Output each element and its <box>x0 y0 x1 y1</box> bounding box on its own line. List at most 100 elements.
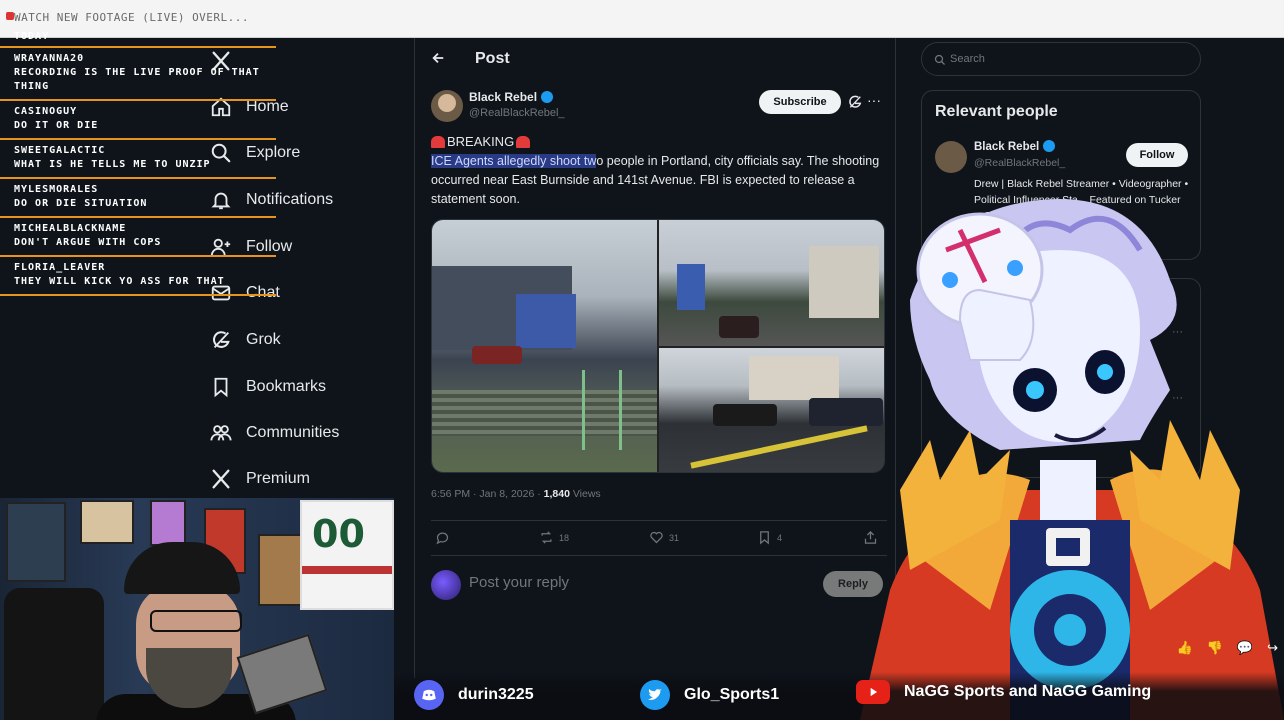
tab-favicon <box>6 12 14 20</box>
comment-icon <box>436 532 449 545</box>
share-icon[interactable]: ↪ <box>1267 640 1278 656</box>
verified-badge-icon <box>541 91 554 103</box>
nav-grok-label: Grok <box>246 331 281 348</box>
like-count: 31 <box>669 532 680 543</box>
chat-fragment-text: TODAY <box>14 31 50 42</box>
person-handle[interactable]: @RealBlackRebel_ <box>974 157 1065 169</box>
discord-link[interactable]: durin3225 <box>414 680 534 710</box>
grok-icon <box>213 331 230 348</box>
youtube-channel: NaGG Sports and NaGG Gaming <box>904 683 1152 700</box>
discord-handle: durin3225 <box>458 686 534 703</box>
chat-message: CASINOGUY DO IT OR DIE <box>0 101 276 140</box>
siren-icon <box>516 135 531 148</box>
chat-text: DON'T ARGUE WITH COPS <box>14 237 162 248</box>
back-arrow-icon[interactable] <box>431 51 445 70</box>
siren-icon <box>431 135 445 148</box>
stream-screen: WATCH NEW FOOTAGE (LIVE) OVERL... Home E… <box>0 0 1284 720</box>
thumbs-up-icon[interactable]: 👍 <box>1177 640 1193 656</box>
breaking-label: BREAKING <box>447 134 515 149</box>
chat-username: CASINOGUY <box>14 106 78 117</box>
discord-icon <box>414 680 444 710</box>
author-handle[interactable]: @RealBlackRebel_ <box>469 107 565 119</box>
people-icon <box>210 425 232 441</box>
post-text-line1: o people in Portland, city officials say… <box>596 154 829 168</box>
chat-username: MYLESMORALES <box>14 184 99 195</box>
bookmark-icon <box>214 377 228 398</box>
search-input[interactable]: Search <box>921 42 1201 76</box>
chat-message: SWEETGALACTIC WHAT IS HE TELLS ME TO UNZ… <box>0 140 276 179</box>
post-column: Post Black Rebel @RealBlackRebel_ Subscr… <box>414 38 896 678</box>
youtube-link[interactable]: NaGG Sports and NaGG Gaming <box>856 680 1151 704</box>
wall-poster <box>258 534 302 606</box>
subscribe-button[interactable]: Subscribe <box>759 90 841 114</box>
chat-username: SWEETGALACTIC <box>14 145 106 156</box>
chat-message: MICHEALBLACKNAME DON'T ARGUE WITH COPS <box>0 218 276 257</box>
relevant-people-title: Relevant people <box>935 103 1058 120</box>
youtube-icon <box>856 680 890 704</box>
media-photo-street[interactable] <box>432 220 657 472</box>
tab-title[interactable]: WATCH NEW FOOTAGE (LIVE) OVERL... <box>14 11 249 24</box>
reply-action[interactable] <box>435 530 450 545</box>
person-name-text: Black Rebel <box>974 141 1040 153</box>
chat-message: MYLESMORALES DO OR DIE SITUATION <box>0 179 276 218</box>
chat-text: RECORDING IS THE LIVE PROOF OF THAT THIN… <box>14 67 260 92</box>
chat-message-fragment: TODAY <box>0 30 276 48</box>
chat-text: DO OR DIE SITUATION <box>14 198 148 209</box>
twitter-link[interactable]: Glo_Sports1 <box>640 680 779 710</box>
glasses <box>150 610 242 632</box>
nav-premium-label: Premium <box>246 470 311 487</box>
comment-icon[interactable]: 💬 <box>1237 640 1253 656</box>
like-action[interactable]: 31 <box>649 530 679 545</box>
bookmark-icon <box>760 531 769 545</box>
nav-bookmarks-label: Bookmarks <box>246 378 327 395</box>
views-count: 1,840 <box>543 488 570 500</box>
wall-poster <box>150 500 186 546</box>
player-controls: 👍 👎 💬 ↪ <box>1177 640 1278 656</box>
nav-premium[interactable]: Premium <box>210 464 310 494</box>
reply-input[interactable]: Post your reply <box>469 574 569 591</box>
author-avatar[interactable] <box>431 90 463 122</box>
chat-text: WHAT IS HE TELLS ME TO UNZIP <box>14 159 211 170</box>
nav-communities-label: Communities <box>246 424 340 441</box>
heart-icon <box>650 531 663 544</box>
nav-grok[interactable]: Grok <box>210 325 281 355</box>
streamer-webcam: 00 <box>0 498 394 720</box>
search-placeholder: Search <box>950 53 985 65</box>
chat-message: WRAYANNA20 RECORDING IS THE LIVE PROOF O… <box>0 48 276 101</box>
more-options-icon[interactable]: ··· <box>867 92 881 108</box>
chat-username: FLORIA_LEAVER <box>14 262 106 273</box>
person-name[interactable]: Black Rebel <box>974 140 1056 153</box>
social-links-bar: durin3225 Glo_Sports1 NaGG Sports and Na… <box>394 672 1284 720</box>
person-avatar[interactable] <box>935 141 967 173</box>
x-logo-icon <box>212 469 230 489</box>
follow-button[interactable]: Follow <box>1126 143 1188 167</box>
post-meta: 6:56 PM · Jan 8, 2026 · 1,840 Views <box>431 488 601 500</box>
chat-username: WRAYANNA20 <box>14 53 85 64</box>
chat-text: THEY WILL KICK YO ASS FOR THAT <box>14 276 225 287</box>
post-actions: 18 31 4 <box>431 520 887 556</box>
wall-poster <box>80 500 134 544</box>
hockey-jersey: 00 <box>300 500 394 610</box>
bookmark-action[interactable]: 4 <box>757 530 782 545</box>
chat-message: FLORIA_LEAVER THEY WILL KICK YO ASS FOR … <box>0 257 276 296</box>
thumbs-down-icon[interactable]: 👎 <box>1207 640 1223 656</box>
author-name-text: Black Rebel <box>469 90 538 104</box>
grok-icon[interactable] <box>847 94 863 110</box>
author-name[interactable]: Black Rebel <box>469 90 554 104</box>
post-media-grid[interactable] <box>431 219 885 473</box>
post-text: ICE Agents allegedly shoot two people in… <box>431 152 887 209</box>
selected-text: ICE Agents allegedly shoot tw <box>431 154 597 168</box>
bookmark-count: 4 <box>777 532 783 543</box>
verified-badge-icon <box>1043 140 1056 152</box>
nav-communities[interactable]: Communities <box>210 418 339 448</box>
repost-icon <box>541 531 552 544</box>
twitter-handle: Glo_Sports1 <box>684 686 780 703</box>
page-title: Post <box>475 50 510 67</box>
repost-count: 18 <box>559 532 570 543</box>
chat-username: MICHEALBLACKNAME <box>14 223 127 234</box>
search-icon <box>934 54 945 65</box>
post-timestamp: 6:56 PM · Jan 8, 2026 · <box>431 488 544 500</box>
nav-bookmarks[interactable]: Bookmarks <box>210 372 326 402</box>
chat-text: DO IT OR DIE <box>14 120 99 131</box>
repost-action[interactable]: 18 <box>539 530 569 545</box>
